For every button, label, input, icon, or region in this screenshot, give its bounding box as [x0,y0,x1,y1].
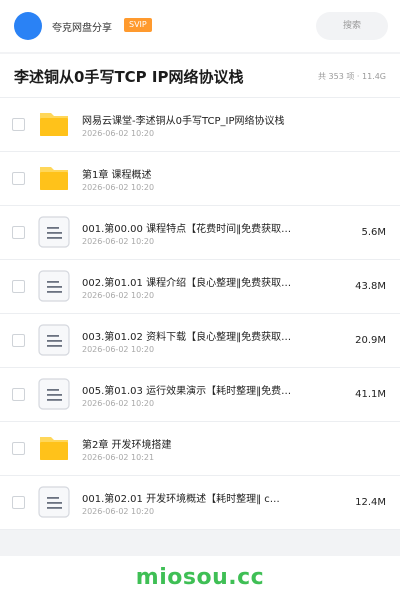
page-title: 李述铜从0手写TCP IP网络协议栈 [14,68,244,86]
row-checkbox[interactable] [12,334,25,347]
folder-header: 李述铜从0手写TCP IP网络协议栈 共 353 项 · 11.4G [0,54,400,98]
search-input[interactable]: 搜索 [316,12,388,40]
file-name[interactable]: 001.第02.01 开发环境概述【耗时整理‖ c… [82,490,312,505]
folder-row[interactable]: 第1章 课程概述 2026-06-02 10:20 [0,152,400,206]
file-date: 2026-06-02 10:20 [82,345,155,354]
folder-icon [38,432,70,464]
file-size: 12.4M [355,497,386,508]
top-bar: 夸克网盘分享 SVIP 搜索 [0,0,400,52]
folder-row[interactable]: 网易云课堂-李述铜从0手写TCP_IP网络协议栈 2026-06-02 10:20 [0,98,400,152]
file-date: 2026-06-02 10:20 [82,507,155,516]
watermark: miosou.cc [0,556,400,600]
file-row[interactable]: 001.第02.01 开发环境概述【耗时整理‖ c… 2026-06-02 10:… [0,476,400,530]
file-name[interactable]: 网易云课堂-李述铜从0手写TCP_IP网络协议栈 [82,112,312,127]
file-row[interactable]: 005.第01.03 运行效果演示【耗时整理‖免费… 2026-06-02 10:… [0,368,400,422]
file-date: 2026-06-02 10:20 [82,399,155,408]
document-icon [38,324,70,356]
watermark-text: miosou.cc [135,565,265,590]
document-icon [38,270,70,302]
file-date: 2026-06-02 10:21 [82,453,155,462]
document-icon [38,216,70,248]
file-name[interactable]: 003.第01.02 资料下载【良心整理‖免费获取… [82,328,312,343]
file-row[interactable]: 001.第00.00 课程特点【花费时间‖免费获取… 2026-06-02 10:… [0,206,400,260]
file-size: 43.8M [355,281,386,292]
file-date: 2026-06-02 10:20 [82,183,155,192]
document-icon [38,486,70,518]
file-list: 网易云课堂-李述铜从0手写TCP_IP网络协议栈 2026-06-02 10:20… [0,98,400,530]
document-icon [38,378,70,410]
folder-row[interactable]: 第2章 开发环境搭建 2026-06-02 10:21 [0,422,400,476]
file-row[interactable]: 003.第01.02 资料下载【良心整理‖免费获取… 2026-06-02 10:… [0,314,400,368]
row-checkbox[interactable] [12,496,25,509]
avatar[interactable] [14,12,42,40]
file-size: 41.1M [355,389,386,400]
row-checkbox[interactable] [12,442,25,455]
item-count: 共 353 项 · 11.4G [318,72,386,81]
file-name[interactable]: 001.第00.00 课程特点【花费时间‖免费获取… [82,220,312,235]
file-date: 2026-06-02 10:20 [82,129,155,138]
row-checkbox[interactable] [12,226,25,239]
row-checkbox[interactable] [12,388,25,401]
file-date: 2026-06-02 10:20 [82,237,155,246]
file-name[interactable]: 002.第01.01 课程介绍【良心整理‖免费获取… [82,274,312,289]
file-name[interactable]: 第2章 开发环境搭建 [82,436,312,451]
svip-badge: SVIP [124,18,152,32]
file-name[interactable]: 第1章 课程概述 [82,166,312,181]
row-checkbox[interactable] [12,280,25,293]
file-size: 20.9M [355,335,386,346]
row-checkbox[interactable] [12,118,25,131]
site-name: 夸克网盘分享 [52,23,112,34]
folder-icon [38,162,70,194]
row-checkbox[interactable] [12,172,25,185]
file-row[interactable]: 002.第01.01 课程介绍【良心整理‖免费获取… 2026-06-02 10:… [0,260,400,314]
folder-icon [38,108,70,140]
file-size: 5.6M [361,227,386,238]
file-date: 2026-06-02 10:20 [82,291,155,300]
file-name[interactable]: 005.第01.03 运行效果演示【耗时整理‖免费… [82,382,312,397]
